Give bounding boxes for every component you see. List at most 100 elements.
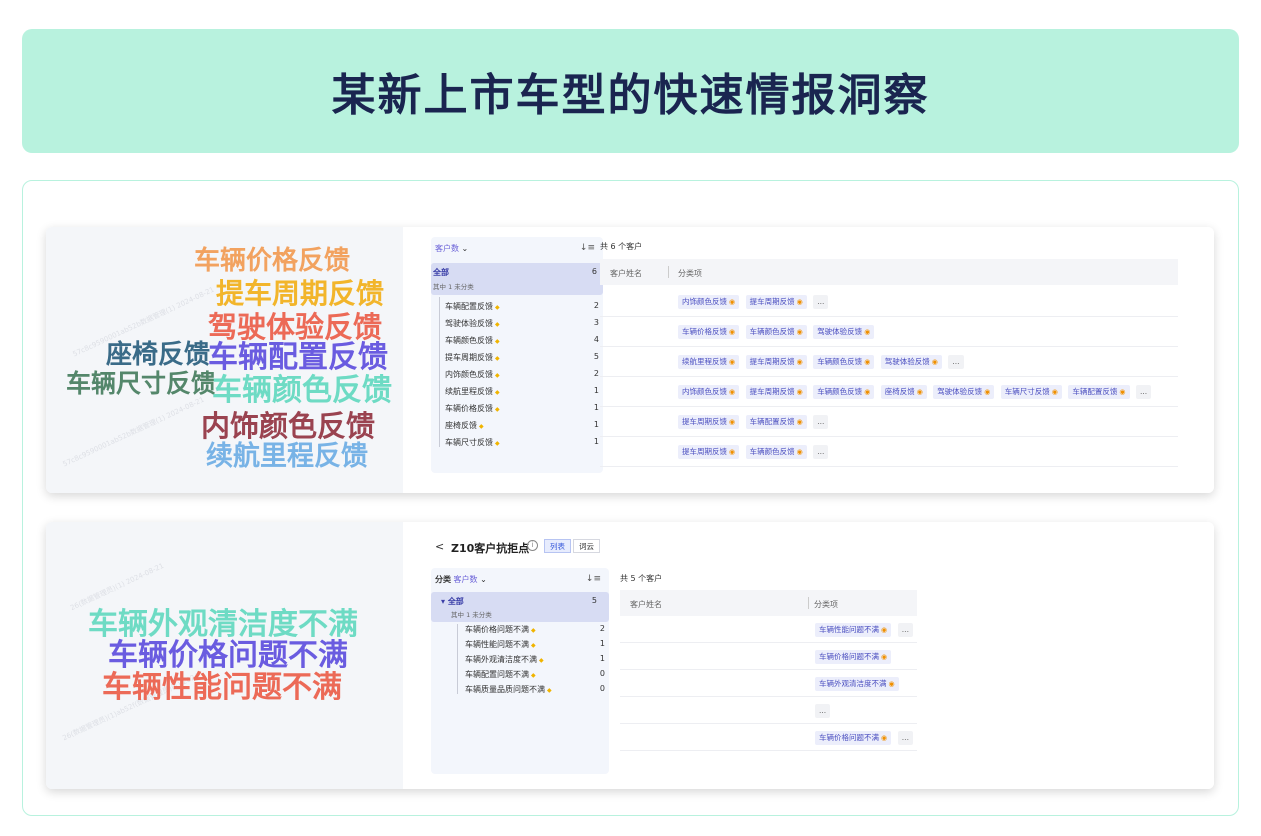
- category-tag: 车辆颜色反馈 ◉: [813, 355, 875, 369]
- tree-item[interactable]: 车辆价格反馈 1: [431, 399, 603, 416]
- more-tags-button[interactable]: ...: [897, 731, 913, 745]
- gem-icon: ◉: [984, 388, 991, 396]
- category-tag: 提车周期反馈 ◉: [745, 295, 807, 309]
- more-tags-button[interactable]: ...: [813, 415, 829, 429]
- category-tag: 车辆颜色反馈 ◉: [813, 385, 875, 399]
- detail-panel: < Z10客户抗拒点 i 列表 词云 分类 客户数 ⌄ ↓≡ ▾ 全部 5 其中…: [403, 522, 1214, 789]
- category-tag-label: 车辆颜色反馈: [817, 357, 863, 366]
- more-tags-button[interactable]: ...: [897, 623, 913, 637]
- tree-item[interactable]: 车辆质量品质问题不满 0: [431, 680, 609, 697]
- tree-item[interactable]: 续航里程反馈 1: [431, 382, 603, 399]
- category-tag-label: ...: [817, 447, 825, 456]
- tree-item-count: 2: [599, 624, 605, 633]
- category-tag-label: 驾驶体验反馈: [817, 327, 863, 336]
- category-tag-label: 车辆性能问题不满: [819, 625, 879, 634]
- tree-item[interactable]: 提车周期反馈 5: [431, 348, 603, 365]
- category-tag: 提车周期反馈 ◉: [745, 385, 807, 399]
- category-tag: 提车周期反馈 ◉: [678, 415, 740, 429]
- more-tags-button[interactable]: ...: [948, 355, 964, 369]
- tree-item-count: 4: [593, 335, 599, 344]
- cloud-word: 车辆配置反馈: [208, 340, 388, 375]
- gem-icon: ◉: [881, 653, 888, 661]
- table-row: 车辆外观清洁度不满 ◉: [620, 670, 917, 697]
- gem-icon: ◉: [796, 418, 803, 426]
- cloud-word: 驾驶体验反馈: [208, 310, 383, 344]
- tree-all-label: ▾ 全部: [441, 597, 464, 606]
- more-tags-button[interactable]: ...: [815, 704, 831, 718]
- table-row: 提车周期反馈 ◉ 车辆配置反馈 ◉...: [600, 407, 1178, 437]
- category-tag-label: 内饰颜色反馈: [682, 387, 727, 396]
- tree-item[interactable]: 车辆尺寸反馈 1: [431, 433, 603, 450]
- tree-item[interactable]: 车辆颜色反馈 4: [431, 331, 603, 348]
- gem-icon: ◉: [729, 328, 736, 336]
- more-tags-button[interactable]: ...: [813, 295, 829, 309]
- tree-item-count: 2: [593, 369, 599, 378]
- category-tag-label: 车辆尺寸反馈: [1004, 387, 1050, 396]
- column-category: 分类项: [678, 269, 702, 278]
- word-cloud: 26(数据管理员)(1) 2024-08-21 26(数据管理员)(1)ab52…: [46, 522, 403, 789]
- category-tag: 提车周期反馈 ◉: [678, 445, 740, 459]
- tree-sub-label: 其中 1 未分类: [433, 283, 474, 291]
- tree-all-label: 全部: [433, 268, 449, 277]
- gem-icon: ◉: [796, 358, 803, 366]
- category-tag: 车辆颜色反馈 ◉: [745, 325, 807, 339]
- table-row: 内饰颜色反馈 ◉ 提车周期反馈 ◉...: [600, 287, 1178, 317]
- page-title: 某新上市车型的快速情报洞察: [331, 70, 930, 121]
- gem-icon: ◉: [888, 680, 895, 688]
- category-tag-label: 车辆颜色反馈: [817, 387, 863, 396]
- tree-item-label: 车辆尺寸反馈: [445, 437, 500, 448]
- tree-item-count: 1: [599, 654, 605, 663]
- gem-icon: ◉: [1051, 388, 1058, 396]
- cloud-word: 提车周期反馈: [216, 277, 385, 310]
- gem-icon: ◉: [796, 388, 803, 396]
- tree-item-label: 车辆外观清洁度不满: [465, 654, 544, 665]
- info-icon[interactable]: i: [527, 540, 538, 551]
- objection-card: 26(数据管理员)(1) 2024-08-21 26(数据管理员)(1)ab52…: [46, 522, 1214, 789]
- category-tag: 车辆配置反馈 ◉: [745, 415, 807, 429]
- tree-item-label: 车辆价格反馈: [445, 403, 500, 414]
- sort-icon[interactable]: ↓≡: [580, 243, 595, 253]
- cloud-word: 车辆颜色反馈: [212, 373, 392, 408]
- cloud-word: 车辆外观清洁度不满: [88, 607, 358, 642]
- category-tag-label: ...: [817, 297, 825, 306]
- sort-dropdown[interactable]: 分类 客户数 ⌄: [435, 574, 487, 585]
- gem-icon: ◉: [729, 448, 736, 456]
- category-tag: 续航里程反馈 ◉: [678, 355, 740, 369]
- gem-icon: ◉: [864, 358, 871, 366]
- category-tag-label: 车辆价格问题不满: [819, 733, 879, 742]
- category-tag-label: ...: [901, 733, 909, 742]
- category-tag-label: 提车周期反馈: [749, 387, 795, 396]
- gem-icon: ◉: [881, 734, 888, 742]
- chevron-down-icon: ⌄: [461, 244, 469, 253]
- tree-item-label: 车辆配置反馈: [445, 301, 500, 312]
- tree-item[interactable]: 座椅反馈 1: [431, 416, 603, 433]
- column-customer-name: 客户姓名: [610, 269, 642, 278]
- table-header: 客户姓名 分类项: [620, 590, 917, 616]
- chevron-down-icon: ⌄: [480, 575, 487, 584]
- tree-item-label: 座椅反馈: [445, 420, 484, 431]
- more-tags-button[interactable]: ...: [1136, 385, 1152, 399]
- sort-icon[interactable]: ↓≡: [586, 574, 601, 584]
- gem-icon: ◉: [729, 358, 736, 366]
- title-banner: 某新上市车型的快速情报洞察: [22, 29, 1239, 153]
- sort-dropdown[interactable]: 客户数 ⌄: [435, 243, 468, 254]
- view-cloud-toggle[interactable]: 词云: [573, 539, 600, 553]
- back-chevron-icon[interactable]: <: [435, 540, 444, 553]
- gem-icon: ◉: [796, 328, 803, 336]
- table-row: 车辆性能问题不满 ◉...: [620, 616, 917, 643]
- category-tag-label: 车辆颜色反馈: [749, 447, 795, 456]
- tree-item-label: 驾驶体验反馈: [445, 318, 500, 329]
- customer-count: 共 6 个客户: [600, 242, 643, 251]
- category-tag-label: 提车周期反馈: [682, 417, 727, 426]
- category-tag: 车辆价格问题不满 ◉: [815, 731, 892, 745]
- more-tags-button[interactable]: ...: [813, 445, 829, 459]
- tree-item-count: 1: [599, 639, 605, 648]
- tree-item[interactable]: 车辆配置反馈 2: [431, 297, 603, 314]
- tree-item[interactable]: 内饰颜色反馈 2: [431, 365, 603, 382]
- view-list-toggle[interactable]: 列表: [544, 539, 571, 553]
- tree-item[interactable]: 驾驶体验反馈 3: [431, 314, 603, 331]
- gem-icon: ◉: [864, 328, 871, 336]
- category-tag-label: 提车周期反馈: [749, 297, 795, 306]
- category-tag-label: 车辆价格反馈: [682, 327, 727, 336]
- tree-item-label: 车辆性能问题不满: [465, 639, 536, 650]
